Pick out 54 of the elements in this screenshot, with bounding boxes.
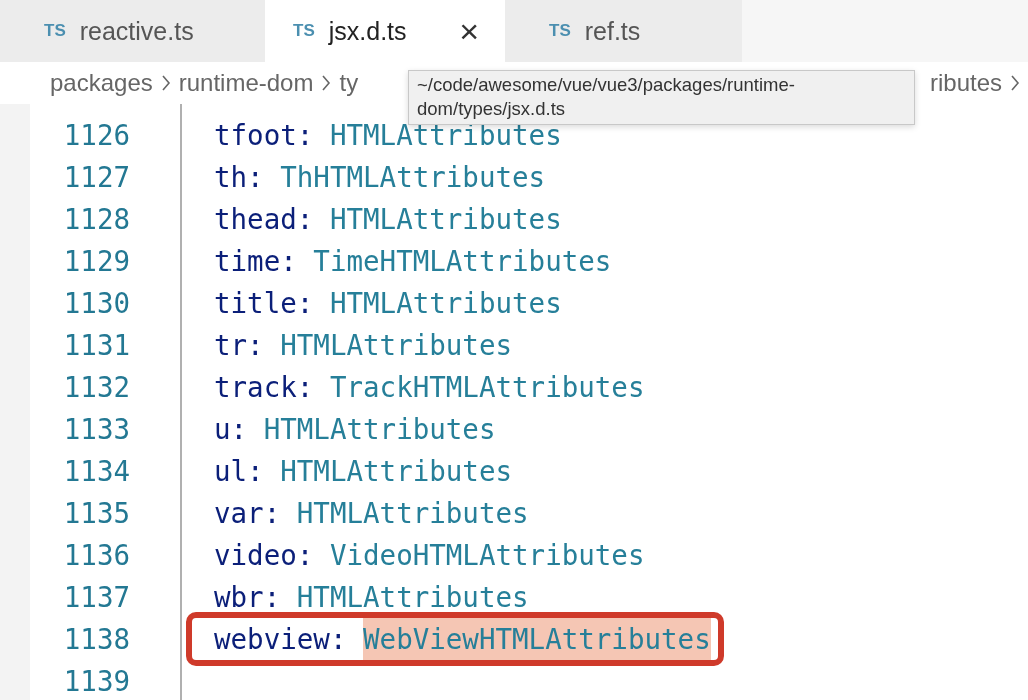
typescript-icon: TS bbox=[293, 21, 315, 41]
close-icon[interactable]: × bbox=[459, 11, 479, 51]
type-name: VideoHTMLAttributes bbox=[329, 538, 645, 573]
property-name: webview: bbox=[214, 622, 347, 657]
property-name: th: bbox=[214, 160, 264, 195]
type-name: ThHTMLAttributes bbox=[280, 160, 546, 195]
type-name: TrackHTMLAttributes bbox=[329, 370, 645, 405]
editor-tab[interactable]: TS reactive.ts bbox=[0, 0, 265, 62]
typescript-icon: TS bbox=[549, 21, 571, 41]
type-name: HTMLAttributes bbox=[296, 496, 529, 531]
typescript-icon: TS bbox=[44, 21, 66, 41]
tooltip: ~/code/awesome/vue/vue3/packages/runtime-dom/types/jsx.d.ts bbox=[408, 70, 915, 125]
property-name: tfoot: bbox=[214, 118, 314, 153]
property-name: track: bbox=[214, 370, 314, 405]
type-name: HTMLAttributes bbox=[280, 454, 513, 489]
property-name: time: bbox=[214, 244, 297, 279]
type-name: HTMLAttributes bbox=[329, 286, 562, 321]
breadcrumb-item[interactable]: packages bbox=[50, 69, 153, 97]
property-name: var: bbox=[214, 496, 281, 531]
property-name: thead: bbox=[214, 202, 314, 237]
property-name: tr: bbox=[214, 328, 264, 363]
type-name: TimeHTMLAttributes bbox=[313, 244, 612, 279]
property-name: title: bbox=[214, 286, 314, 321]
line-number: 1130 bbox=[62, 286, 130, 321]
property-name: ul: bbox=[214, 454, 264, 489]
line-number: 1136 bbox=[62, 538, 130, 573]
editor-tab[interactable]: TS ref.ts bbox=[505, 0, 742, 62]
property-name: video: bbox=[214, 538, 314, 573]
property-name: u: bbox=[214, 412, 248, 447]
line-number: 1128 bbox=[62, 202, 130, 237]
property-name: wbr: bbox=[214, 580, 281, 615]
type-name: HTMLAttributes bbox=[329, 202, 562, 237]
line-number: 1132 bbox=[62, 370, 130, 405]
chevron-icon bbox=[160, 75, 171, 91]
line-number: 1134 bbox=[62, 454, 130, 489]
chevron-icon bbox=[321, 75, 332, 91]
type-name: HTMLAttributes bbox=[263, 412, 496, 447]
breadcrumb-item[interactable]: ty bbox=[339, 69, 359, 97]
line-number: 1127 bbox=[62, 160, 130, 195]
type-name: WebViewHTMLAttributes bbox=[363, 618, 711, 660]
breadcrumb-item[interactable]: runtime-dom bbox=[178, 69, 314, 97]
editor-tab[interactable]: TS jsx.d.ts × bbox=[265, 0, 505, 62]
line-number: 1138 bbox=[62, 622, 130, 657]
chevron-icon bbox=[1010, 75, 1020, 91]
line-number: 1129 bbox=[62, 244, 130, 279]
line-number: 1131 bbox=[62, 328, 130, 363]
line-number: 1137 bbox=[62, 580, 130, 615]
type-name: HTMLAttributes bbox=[280, 328, 513, 363]
type-name: HTMLAttributes bbox=[296, 580, 529, 615]
line-number: 1139 bbox=[62, 664, 130, 699]
breadcrumb-item[interactable]: ributes bbox=[929, 69, 1002, 97]
line-number: 1135 bbox=[62, 496, 130, 531]
line-number: 1126 bbox=[62, 118, 130, 153]
line-number: 1133 bbox=[62, 412, 130, 447]
